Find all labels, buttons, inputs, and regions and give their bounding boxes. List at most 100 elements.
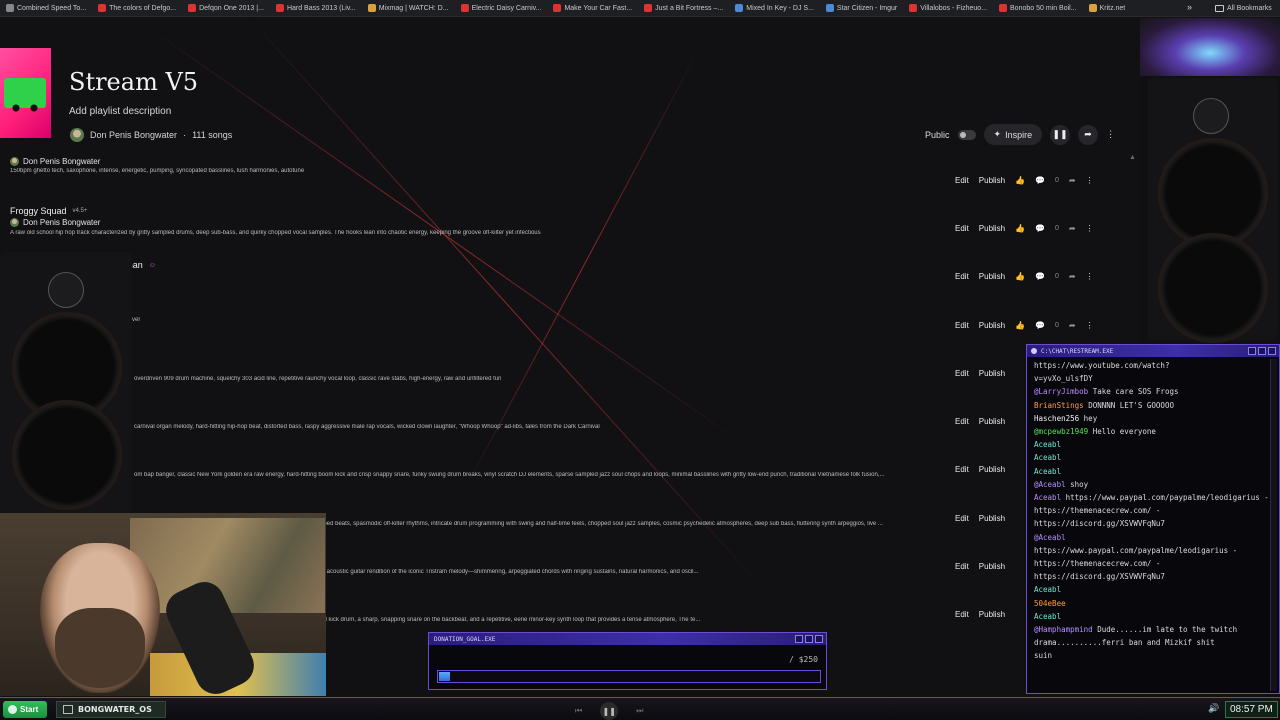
comment-icon[interactable]: 💬 — [1035, 224, 1045, 233]
comment-icon[interactable]: 💬 — [1035, 321, 1045, 330]
thumbs-up-icon[interactable]: 👍 — [1015, 176, 1025, 185]
owner-name[interactable]: Don Penis Bongwater — [90, 130, 177, 140]
chat-username[interactable]: Aceabl — [1034, 440, 1061, 449]
more-options-icon[interactable]: ⋮ — [1086, 176, 1094, 185]
bookmark-item[interactable]: Bonobo 50 min Boil... — [993, 0, 1083, 17]
next-icon[interactable]: ⏭ — [636, 706, 643, 716]
bookmark-item[interactable]: Star Citizen - Imgur — [820, 0, 903, 17]
bookmark-item[interactable]: Make Your Car Fast... — [547, 0, 638, 17]
publish-button[interactable]: Publish — [979, 270, 1005, 283]
avatar[interactable] — [70, 128, 84, 142]
bookmark-item[interactable]: Mixmag | WATCH: D... — [362, 0, 455, 17]
publish-button[interactable]: Publish — [979, 319, 1005, 332]
edit-button[interactable]: Edit — [955, 270, 969, 283]
song-row[interactable]: overdriven 909 drum machine, squelchy 30… — [0, 347, 1110, 395]
edit-button[interactable]: Edit — [955, 367, 969, 380]
more-options-icon[interactable]: ⋮ — [1106, 129, 1115, 140]
publish-button[interactable]: Publish — [979, 367, 1005, 380]
donation-title-bar[interactable]: DONATION_GOAL.EXE — [429, 633, 826, 645]
previous-icon[interactable]: ⏮ — [575, 706, 582, 716]
thumbs-up-icon[interactable]: 👍 — [1015, 224, 1025, 233]
chat-username[interactable]: @mcpewbz1949 — [1034, 427, 1088, 436]
bookmark-item[interactable]: The colors of Defgo... — [92, 0, 182, 17]
share-icon[interactable]: ➦ — [1069, 272, 1076, 281]
edit-button[interactable]: Edit — [955, 463, 969, 476]
clock[interactable]: 08:57 PM — [1225, 701, 1278, 718]
more-options-icon[interactable]: ⋮ — [1086, 224, 1094, 233]
song-row[interactable]: ver Edit Publish 👍 💬 0 ➦ ⋮ — [0, 299, 1110, 347]
edit-button[interactable]: Edit — [955, 608, 969, 621]
publish-button[interactable]: Publish — [979, 608, 1005, 621]
pause-button[interactable]: ❚❚ — [600, 702, 619, 720]
song-author[interactable]: Don Penis Bongwater — [10, 157, 100, 166]
chat-username[interactable]: 504eBee — [1034, 599, 1066, 608]
song-author[interactable]: Don Penis Bongwater — [10, 218, 100, 227]
song-row[interactable]: Froggy Squad v4.5+ Don Penis Bongwater A… — [0, 202, 1110, 250]
chat-username[interactable]: Aceabl — [1034, 493, 1061, 502]
bookmark-item[interactable]: Kritz.net — [1083, 0, 1132, 17]
minimize-icon[interactable] — [795, 635, 803, 643]
publish-button[interactable]: Publish — [979, 174, 1005, 187]
bookmark-item[interactable]: Combined Speed To... — [0, 0, 92, 17]
publish-button[interactable]: Publish — [979, 415, 1005, 428]
close-icon[interactable] — [815, 635, 823, 643]
thumbs-up-icon[interactable]: 👍 — [1015, 272, 1025, 281]
share-icon[interactable]: ➦ — [1069, 176, 1076, 185]
edit-button[interactable]: Edit — [955, 174, 969, 187]
thumbs-up-icon[interactable]: 👍 — [1015, 321, 1025, 330]
chat-username[interactable]: @Aceabl — [1034, 533, 1066, 542]
bookmark-item[interactable]: Hard Bass 2013 (Liv... — [270, 0, 362, 17]
pause-button[interactable]: ❚❚ — [1050, 124, 1071, 145]
inspire-button[interactable]: ✦ Inspire — [983, 124, 1043, 145]
public-toggle[interactable] — [957, 129, 976, 140]
chat-username[interactable]: Haschen256 — [1034, 414, 1079, 423]
publish-button[interactable]: Publish — [979, 560, 1005, 573]
all-bookmarks-button[interactable]: All Bookmarks — [1215, 0, 1272, 17]
edit-button[interactable]: Edit — [955, 319, 969, 332]
comment-icon[interactable]: 💬 — [1035, 272, 1045, 281]
taskbar-app-button[interactable]: BONGWATER_OS — [56, 701, 166, 718]
chat-username[interactable]: @Hamphampmind — [1034, 625, 1093, 634]
maximize-icon[interactable] — [1258, 347, 1266, 355]
playlist-title[interactable]: Stream V5 — [69, 68, 198, 96]
edit-button[interactable]: Edit — [955, 415, 969, 428]
share-icon[interactable]: ➦ — [1069, 321, 1076, 330]
minimize-icon[interactable] — [1248, 347, 1256, 355]
bookmark-item[interactable]: Villalobos - Fizheuo... — [903, 0, 993, 17]
song-title[interactable]: Froggy Squad v4.5+ — [10, 206, 87, 216]
bookmark-item[interactable]: Mixed In Key - DJ S... — [729, 0, 820, 17]
maximize-icon[interactable] — [805, 635, 813, 643]
more-options-icon[interactable]: ⋮ — [1086, 321, 1094, 330]
playlist-description[interactable]: Add playlist description — [69, 106, 171, 117]
song-row[interactable]: Don Penis Bongwater 150bpm ghetto tech, … — [0, 154, 1110, 202]
song-row[interactable]: carnival organ melody, hard-hitting hip-… — [0, 395, 1110, 443]
edit-button[interactable]: Edit — [955, 222, 969, 235]
bookmark-item[interactable]: Just a Bit Fortress –... — [638, 0, 729, 17]
chat-username[interactable]: Aceabl — [1034, 612, 1061, 621]
bookmark-item[interactable]: Electric Daisy Carniv... — [455, 0, 548, 17]
publish-button[interactable]: Publish — [979, 463, 1005, 476]
chat-username[interactable]: @Aceabl — [1034, 480, 1066, 489]
edit-button[interactable]: Edit — [955, 560, 969, 573]
close-icon[interactable] — [1268, 347, 1276, 355]
playlist-cover-image[interactable] — [0, 48, 51, 138]
start-button[interactable]: Start — [3, 701, 47, 718]
chat-window[interactable]: C:\CHAT\RESTREAM.EXE https://www.youtube… — [1026, 344, 1280, 694]
chat-username[interactable]: BrianStings — [1034, 401, 1084, 410]
comment-icon[interactable]: 💬 — [1035, 176, 1045, 185]
chat-username[interactable]: Aceabl — [1034, 453, 1061, 462]
edit-button[interactable]: Edit — [955, 512, 969, 525]
chat-username[interactable]: Aceabl — [1034, 585, 1061, 594]
song-row[interactable]: om bap banger, classic New York golden e… — [0, 443, 1110, 491]
chat-username[interactable]: Aceabl — [1034, 467, 1061, 476]
volume-icon[interactable]: 🔊 — [1208, 703, 1219, 714]
share-button[interactable]: ➦ — [1078, 124, 1099, 145]
song-row[interactable]: Do You Want to F*ck a Snowman ☺ Edit Pub… — [0, 250, 1110, 298]
chat-username[interactable]: @LarryJimbob — [1034, 387, 1088, 396]
share-icon[interactable]: ➦ — [1069, 224, 1076, 233]
publish-button[interactable]: Publish — [979, 512, 1005, 525]
chat-scrollbar[interactable] — [1270, 359, 1277, 691]
chat-title-bar[interactable]: C:\CHAT\RESTREAM.EXE — [1027, 345, 1279, 357]
bookmarks-overflow-button[interactable]: » — [1187, 2, 1192, 12]
bookmark-item[interactable]: Defqon One 2013 |... — [182, 0, 270, 17]
